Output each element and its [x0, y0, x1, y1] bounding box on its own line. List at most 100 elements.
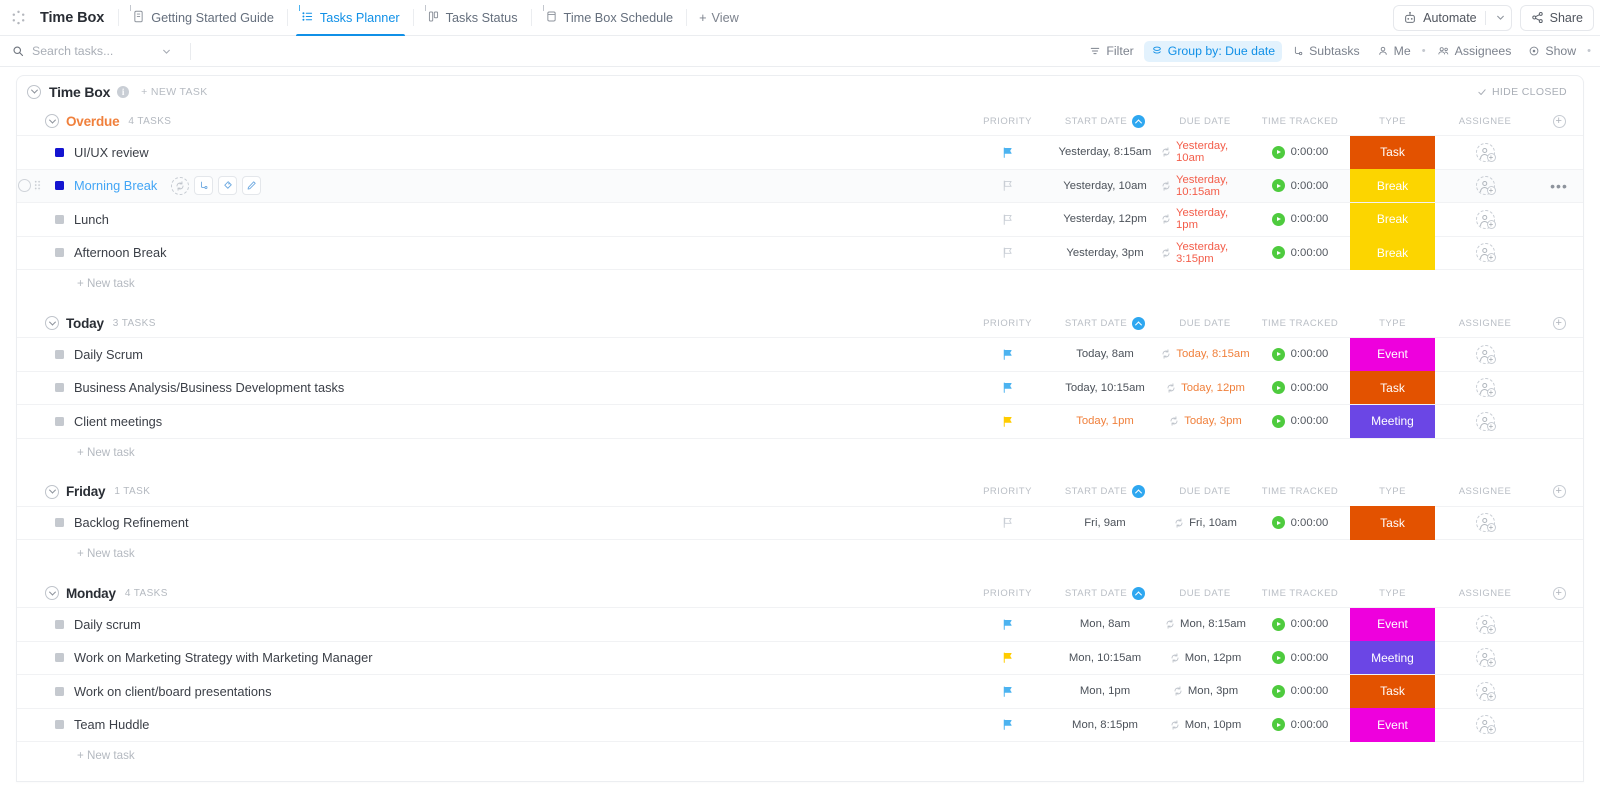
subtask-icon[interactable] [194, 176, 213, 195]
table-row[interactable]: Morning BreakYesterday, 10amYesterday, 1… [17, 169, 1583, 203]
column-header-assignee[interactable]: ASSIGNEE [1435, 486, 1535, 497]
task-name[interactable]: Work on client/board presentations [74, 684, 272, 699]
column-header-priority[interactable]: PRIORITY [965, 318, 1050, 329]
time-tracked-cell[interactable]: 0:00:00 [1250, 718, 1350, 731]
edit-icon[interactable] [242, 176, 261, 195]
share-button[interactable]: Share [1520, 5, 1594, 31]
search-box[interactable] [0, 44, 190, 58]
column-header-assignee[interactable]: ASSIGNEE [1435, 588, 1535, 599]
start-timer-icon[interactable] [1272, 718, 1285, 731]
priority-flag[interactable] [965, 381, 1050, 394]
assignee-cell[interactable]: + [1435, 412, 1535, 431]
task-name[interactable]: Lunch [74, 212, 109, 227]
start-timer-icon[interactable] [1272, 651, 1285, 664]
assignee-cell[interactable]: + [1435, 345, 1535, 364]
task-status-indicator[interactable] [55, 653, 64, 662]
task-status-indicator[interactable] [55, 383, 64, 392]
task-name[interactable]: Afternoon Break [74, 245, 166, 260]
assignee-cell[interactable]: + [1435, 682, 1535, 701]
group-name[interactable]: Monday [66, 586, 116, 601]
column-header-time-tracked[interactable]: TIME TRACKED [1250, 318, 1350, 329]
start-date-cell[interactable]: Today, 10:15am [1050, 382, 1160, 394]
tag-icon[interactable] [218, 176, 237, 195]
due-date-cell[interactable]: Mon, 10pm [1160, 719, 1250, 731]
table-row[interactable]: Daily scrumMon, 8amMon, 8:15am0:00:00Eve… [17, 607, 1583, 641]
chevron-down-icon[interactable] [1494, 11, 1507, 24]
sort-ascending-icon[interactable] [1132, 317, 1145, 330]
info-icon[interactable]: i [117, 86, 129, 98]
priority-flag[interactable] [965, 213, 1050, 226]
assignee-cell[interactable]: + [1435, 378, 1535, 397]
task-status-indicator[interactable] [55, 215, 64, 224]
group-name[interactable]: Friday [66, 484, 105, 499]
me-button[interactable]: Me [1370, 41, 1418, 62]
assignee-cell[interactable]: + [1435, 715, 1535, 734]
start-timer-icon[interactable] [1272, 213, 1285, 226]
show-button[interactable]: Show [1521, 41, 1583, 62]
add-assignee-icon[interactable]: + [1476, 513, 1495, 532]
type-badge[interactable]: Task [1350, 675, 1435, 709]
table-row[interactable]: Daily ScrumToday, 8amToday, 8:15am0:00:0… [17, 337, 1583, 371]
due-date-cell[interactable]: Yesterday, 10:15am [1160, 174, 1250, 198]
task-status-indicator[interactable] [55, 248, 64, 257]
start-timer-icon[interactable] [1272, 348, 1285, 361]
new-task-button[interactable]: + New task [17, 438, 1583, 466]
start-date-cell[interactable]: Mon, 1pm [1050, 685, 1160, 697]
task-status-indicator[interactable] [55, 350, 64, 359]
column-header-type[interactable]: TYPE [1350, 588, 1435, 599]
task-complete-checkbox[interactable] [18, 179, 31, 192]
add-assignee-icon[interactable]: + [1476, 378, 1495, 397]
add-assignee-icon[interactable]: + [1476, 243, 1495, 262]
priority-flag[interactable] [965, 685, 1050, 698]
task-status-indicator[interactable] [55, 417, 64, 426]
type-badge[interactable]: Task [1350, 371, 1435, 405]
column-header-assignee[interactable]: ASSIGNEE [1435, 318, 1535, 329]
table-row[interactable]: UI/UX reviewYesterday, 8:15amYesterday, … [17, 135, 1583, 169]
add-assignee-icon[interactable]: + [1476, 615, 1495, 634]
collapse-group-icon[interactable] [45, 586, 59, 600]
assignee-cell[interactable]: + [1435, 513, 1535, 532]
start-date-cell[interactable]: Yesterday, 12pm [1050, 213, 1160, 225]
table-row[interactable]: Client meetingsToday, 1pmToday, 3pm0:00:… [17, 404, 1583, 438]
collapse-group-icon[interactable] [45, 114, 59, 128]
start-date-cell[interactable]: Mon, 10:15am [1050, 652, 1160, 664]
time-tracked-cell[interactable]: 0:00:00 [1250, 246, 1350, 259]
add-assignee-icon[interactable]: + [1476, 176, 1495, 195]
task-status-indicator[interactable] [55, 620, 64, 629]
add-view-button[interactable]: + View [687, 0, 751, 35]
priority-flag[interactable] [965, 651, 1050, 664]
sort-ascending-icon[interactable] [1132, 587, 1145, 600]
assignee-cell[interactable]: + [1435, 176, 1535, 195]
start-timer-icon[interactable] [1272, 516, 1285, 529]
add-assignee-icon[interactable]: + [1476, 345, 1495, 364]
time-tracked-cell[interactable]: 0:00:00 [1250, 618, 1350, 631]
type-badge[interactable]: Event [1350, 708, 1435, 742]
due-date-cell[interactable]: Mon, 8:15am [1160, 618, 1250, 630]
start-timer-icon[interactable] [1272, 246, 1285, 259]
add-assignee-icon[interactable]: + [1476, 682, 1495, 701]
due-date-cell[interactable]: Today, 8:15am [1160, 348, 1250, 360]
priority-flag[interactable] [965, 415, 1050, 428]
priority-flag[interactable] [965, 618, 1050, 631]
collapse-group-icon[interactable] [45, 316, 59, 330]
time-tracked-cell[interactable]: 0:00:00 [1250, 146, 1350, 159]
task-status-indicator[interactable] [55, 148, 64, 157]
start-timer-icon[interactable] [1272, 146, 1285, 159]
task-name[interactable]: Team Huddle [74, 717, 149, 732]
table-row[interactable]: Backlog RefinementFri, 9amFri, 10am0:00:… [17, 506, 1583, 540]
type-badge[interactable]: Task [1350, 136, 1435, 170]
task-name[interactable]: Daily Scrum [74, 347, 143, 362]
add-column-button[interactable]: + [1553, 485, 1566, 498]
column-header-type[interactable]: TYPE [1350, 486, 1435, 497]
assignees-button[interactable]: Assignees [1430, 41, 1519, 62]
time-tracked-cell[interactable]: 0:00:00 [1250, 213, 1350, 226]
start-date-cell[interactable]: Fri, 9am [1050, 517, 1160, 529]
task-name[interactable]: UI/UX review [74, 145, 149, 160]
automate-button[interactable]: Automate [1393, 5, 1512, 31]
table-row[interactable]: Business Analysis/Business Development t… [17, 371, 1583, 405]
due-date-cell[interactable]: Yesterday, 3:15pm [1160, 241, 1250, 265]
start-date-cell[interactable]: Mon, 8am [1050, 618, 1160, 630]
due-date-cell[interactable]: Fri, 10am [1160, 517, 1250, 529]
add-assignee-icon[interactable]: + [1476, 412, 1495, 431]
sort-ascending-icon[interactable] [1132, 485, 1145, 498]
